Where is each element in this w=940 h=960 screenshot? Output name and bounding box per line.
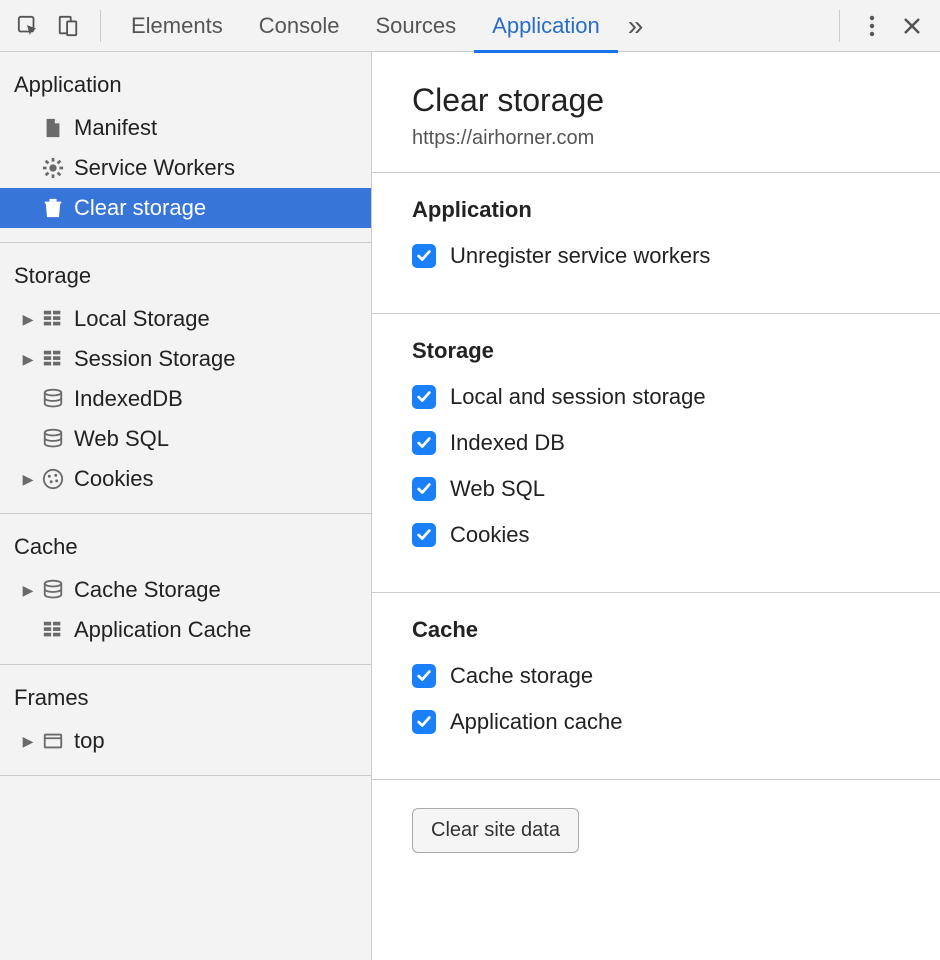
checkbox-label: Cache storage <box>450 663 593 689</box>
sidebar-item-cookies[interactable]: ▶ Cookies <box>0 459 371 499</box>
sidebar-item-label: Service Workers <box>74 155 235 181</box>
checkbox[interactable] <box>412 523 436 547</box>
disclosure-triangle-icon: ▶ <box>20 733 36 750</box>
sidebar-item-clear-storage[interactable]: Clear storage <box>0 188 371 228</box>
sidebar-group-title: Frames <box>0 675 371 721</box>
frame-icon <box>40 728 66 754</box>
tab-application[interactable]: Application <box>474 0 618 52</box>
checkbox-label: Cookies <box>450 522 529 548</box>
sidebar-item-label: Application Cache <box>74 617 251 643</box>
sidebar-item-label: Cache Storage <box>74 577 221 603</box>
sidebar-item-label: Clear storage <box>74 195 206 221</box>
checkbox-label: Indexed DB <box>450 430 565 456</box>
checkbox[interactable] <box>412 664 436 688</box>
sidebar-item-label: Session Storage <box>74 346 235 372</box>
local-storage-icon <box>40 306 66 332</box>
cookies-icon <box>40 466 66 492</box>
section-heading: Storage <box>412 338 900 364</box>
clear-site-data-button[interactable]: Clear site data <box>412 808 579 853</box>
checkbox[interactable] <box>412 477 436 501</box>
close-icon[interactable] <box>892 6 932 46</box>
manifest-icon <box>40 115 66 141</box>
sidebar-group-title: Application <box>0 62 371 108</box>
sidebar-item-label: Local Storage <box>74 306 210 332</box>
sidebar-item-local-storage[interactable]: ▶ Local Storage <box>0 299 371 339</box>
checkbox[interactable] <box>412 710 436 734</box>
sidebar-item-cache-storage[interactable]: ▶ Cache Storage <box>0 570 371 610</box>
kebab-menu-icon[interactable] <box>852 6 892 46</box>
session-storage-icon <box>40 346 66 372</box>
app-cache-icon <box>40 617 66 643</box>
disclosure-triangle-icon: ▶ <box>20 351 36 368</box>
websql-icon <box>40 426 66 452</box>
sidebar-item-label: Manifest <box>74 115 157 141</box>
sidebar-group-title: Cache <box>0 524 371 570</box>
divider <box>100 10 101 42</box>
more-tabs-icon[interactable]: » <box>618 10 654 42</box>
indexeddb-icon <box>40 386 66 412</box>
sidebar-item-service-workers[interactable]: Service Workers <box>0 148 371 188</box>
sidebar-item-label: top <box>74 728 105 754</box>
clear-storage-icon <box>40 195 66 221</box>
section-heading: Application <box>412 197 900 223</box>
device-toggle-icon[interactable] <box>48 6 88 46</box>
page-url: https://airhorner.com <box>372 127 940 172</box>
disclosure-triangle-icon: ▶ <box>20 582 36 599</box>
section-heading: Cache <box>412 617 900 643</box>
sidebar-item-frame[interactable]: ▶ top <box>0 721 371 761</box>
checkbox-label: Unregister service workers <box>450 243 710 269</box>
inspect-element-icon[interactable] <box>8 6 48 46</box>
sidebar-item-label: Cookies <box>74 466 153 492</box>
cache-storage-icon <box>40 577 66 603</box>
sidebar-item-app-cache[interactable]: Application Cache <box>0 610 371 650</box>
sidebar-item-label: IndexedDB <box>74 386 183 412</box>
tab-elements[interactable]: Elements <box>113 0 241 52</box>
sidebar-group-title: Storage <box>0 253 371 299</box>
checkbox-label: Application cache <box>450 709 622 735</box>
sidebar-item-websql[interactable]: Web SQL <box>0 419 371 459</box>
checkbox-label: Web SQL <box>450 476 545 502</box>
sidebar-item-session-storage[interactable]: ▶ Session Storage <box>0 339 371 379</box>
tab-console[interactable]: Console <box>241 0 358 52</box>
sidebar-item-manifest[interactable]: Manifest <box>0 108 371 148</box>
page-title: Clear storage <box>372 52 940 127</box>
disclosure-triangle-icon: ▶ <box>20 471 36 488</box>
checkbox[interactable] <box>412 244 436 268</box>
sidebar-item-label: Web SQL <box>74 426 169 452</box>
tab-sources[interactable]: Sources <box>357 0 474 52</box>
divider <box>839 10 840 42</box>
checkbox[interactable] <box>412 385 436 409</box>
sidebar-item-indexeddb[interactable]: IndexedDB <box>0 379 371 419</box>
checkbox[interactable] <box>412 431 436 455</box>
checkbox-label: Local and session storage <box>450 384 706 410</box>
service-workers-icon <box>40 155 66 181</box>
disclosure-triangle-icon: ▶ <box>20 311 36 328</box>
